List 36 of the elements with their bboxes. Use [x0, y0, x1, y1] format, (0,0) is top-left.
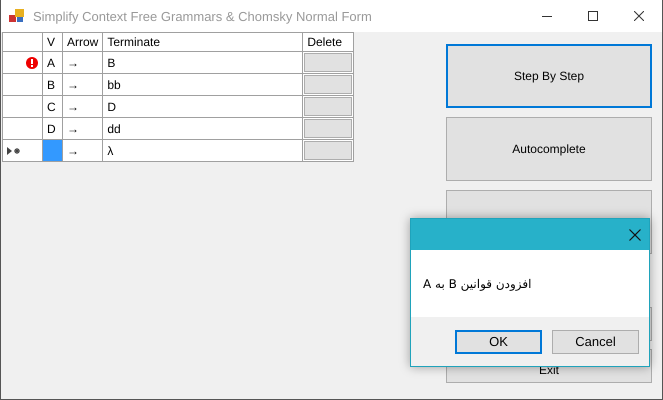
table-cell: → [62, 118, 103, 140]
app-icon [9, 9, 25, 23]
delete-button[interactable] [304, 53, 352, 72]
column-header: V [42, 32, 62, 52]
table-cell[interactable] [42, 140, 62, 162]
table-cell: → [62, 140, 103, 162]
table-cell: → [62, 52, 103, 74]
row-header[interactable] [2, 52, 42, 74]
action-button[interactable]: Step By Step [446, 44, 652, 108]
delete-button[interactable] [304, 119, 352, 138]
table-cell: → [62, 74, 103, 96]
table-cell[interactable]: B [42, 74, 62, 96]
action-button[interactable]: Autocomplete [446, 117, 652, 181]
table-cell[interactable]: D [42, 118, 62, 140]
column-header: Arrow [62, 32, 103, 52]
table-cell[interactable]: A [42, 52, 62, 74]
delete-button[interactable] [304, 97, 352, 116]
maximize-icon[interactable] [588, 11, 598, 21]
close-icon[interactable] [634, 11, 644, 21]
table-cell[interactable]: D [102, 96, 303, 118]
table-cell[interactable]: bb [102, 74, 303, 96]
delete-button[interactable] [304, 141, 352, 160]
table-cell: → [62, 96, 103, 118]
table-cell[interactable]: B [102, 52, 303, 74]
table-cell[interactable]: λ [102, 140, 303, 162]
delete-button[interactable] [304, 75, 352, 94]
dialog-message: افزودن قوانین B به A [423, 276, 532, 290]
column-header: Delete [302, 32, 354, 52]
column-header: Terminate [102, 32, 303, 52]
dialog-button[interactable]: Cancel [552, 330, 639, 354]
row-header[interactable] [2, 140, 42, 162]
dialog-button[interactable]: OK [455, 330, 542, 354]
close-icon[interactable] [629, 228, 641, 240]
window-title: Simplify Context Free Grammars & Chomsky Normal Form [33, 8, 373, 24]
table-cell[interactable]: dd [102, 118, 303, 140]
table-cell[interactable]: C [42, 96, 62, 118]
